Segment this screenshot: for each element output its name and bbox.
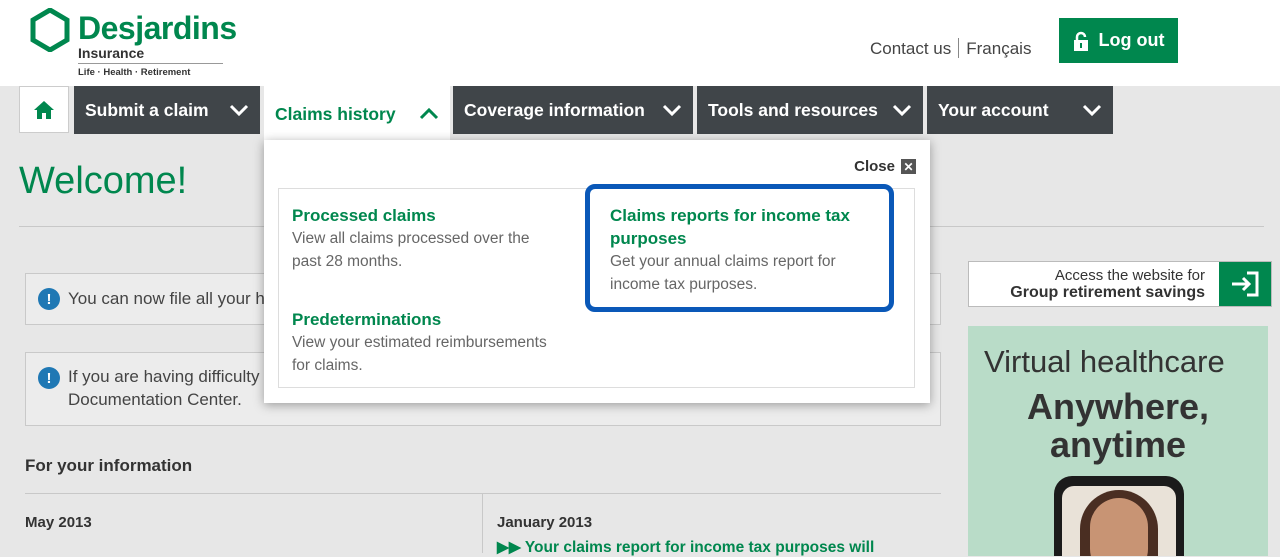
brand-sub: Insurance: [78, 45, 145, 61]
enter-icon: [1219, 262, 1271, 306]
close-button[interactable]: Close ✕: [854, 158, 916, 175]
divider: [25, 493, 941, 494]
divider: [958, 38, 960, 58]
grs-line2: Group retirement savings: [1010, 284, 1205, 301]
chevron-down-icon: [229, 104, 249, 116]
nav-submit-claim[interactable]: Submit a claim: [74, 86, 260, 134]
phone-screen: [1062, 486, 1176, 556]
group-retirement-savings-link[interactable]: Access the website for Group retirement …: [968, 261, 1272, 307]
nav-home[interactable]: [19, 86, 69, 133]
notice-text-line2: Documentation Center.: [68, 390, 242, 409]
virtual-healthcare-promo[interactable]: Virtual healthcare Anywhere, anytime: [968, 326, 1268, 556]
info-icon: !: [38, 288, 60, 310]
chevron-up-icon: [419, 108, 439, 120]
highlight-box: [585, 184, 894, 312]
nav-label: Submit a claim: [85, 99, 209, 120]
chevron-down-icon: [1082, 104, 1102, 116]
menu-item-desc: View your estimated reimbursements for c…: [292, 334, 547, 374]
nav-label: Tools and resources: [708, 99, 878, 120]
notice-text: You can now file all your h: [68, 289, 265, 308]
site-header: Desjardins Insurance Life · Health · Ret…: [0, 0, 1280, 86]
promo-headline-line1: Anywhere,: [1026, 386, 1210, 427]
home-icon: [34, 100, 54, 119]
page-title: Welcome!: [19, 160, 188, 202]
nav-coverage-information[interactable]: Coverage information: [453, 86, 693, 134]
fyi-heading: For your information: [25, 456, 193, 475]
close-icon: ✕: [901, 159, 916, 174]
top-links: Contact us Français: [870, 38, 1031, 59]
promo-title: Virtual healthcare: [984, 344, 1225, 379]
promo-headline: Anywhere, anytime: [968, 388, 1268, 464]
phone-image: [1054, 476, 1184, 556]
contact-link[interactable]: Contact us: [870, 39, 951, 58]
news-date-left: May 2013: [25, 514, 92, 531]
divider: [482, 493, 483, 553]
menu-item-desc: View all claims processed over the past …: [292, 230, 530, 270]
brand-tagline: Life · Health · Retirement: [78, 67, 191, 78]
promo-headline-line2: anytime: [1049, 424, 1187, 465]
chevron-down-icon: [662, 104, 682, 116]
chevron-down-icon: [892, 104, 912, 116]
lock-icon: [1073, 31, 1088, 51]
nav-label: Coverage information: [464, 99, 645, 120]
grs-line1: Access the website for: [1054, 267, 1205, 284]
menu-item-title: Processed claims: [292, 206, 436, 225]
logout-label: Log out: [1098, 30, 1165, 50]
news-date-right: January 2013: [497, 514, 593, 531]
notice-text-line1: If you are having difficulty: [68, 367, 260, 386]
nav-claims-history[interactable]: Claims history: [264, 86, 450, 142]
language-link[interactable]: Français: [966, 39, 1031, 58]
close-label: Close: [854, 158, 895, 175]
logout-button[interactable]: Log out: [1059, 18, 1178, 63]
logo-divider: [78, 63, 223, 64]
desjardins-hexagon-icon: [30, 8, 70, 52]
nav-label: Claims history: [275, 103, 396, 124]
nav-tools-resources[interactable]: Tools and resources: [697, 86, 923, 134]
nav-label: Your account: [938, 99, 1049, 120]
person-face: [1090, 498, 1148, 556]
menu-item-title: Predeterminations: [292, 310, 442, 329]
brand-name: Desjardins: [78, 10, 237, 46]
menu-item-processed-claims[interactable]: Processed claims View all claims process…: [292, 204, 562, 273]
info-icon: !: [38, 367, 60, 389]
menu-item-predeterminations[interactable]: Predeterminations View your estimated re…: [292, 308, 562, 377]
nav-your-account[interactable]: Your account: [927, 86, 1113, 134]
